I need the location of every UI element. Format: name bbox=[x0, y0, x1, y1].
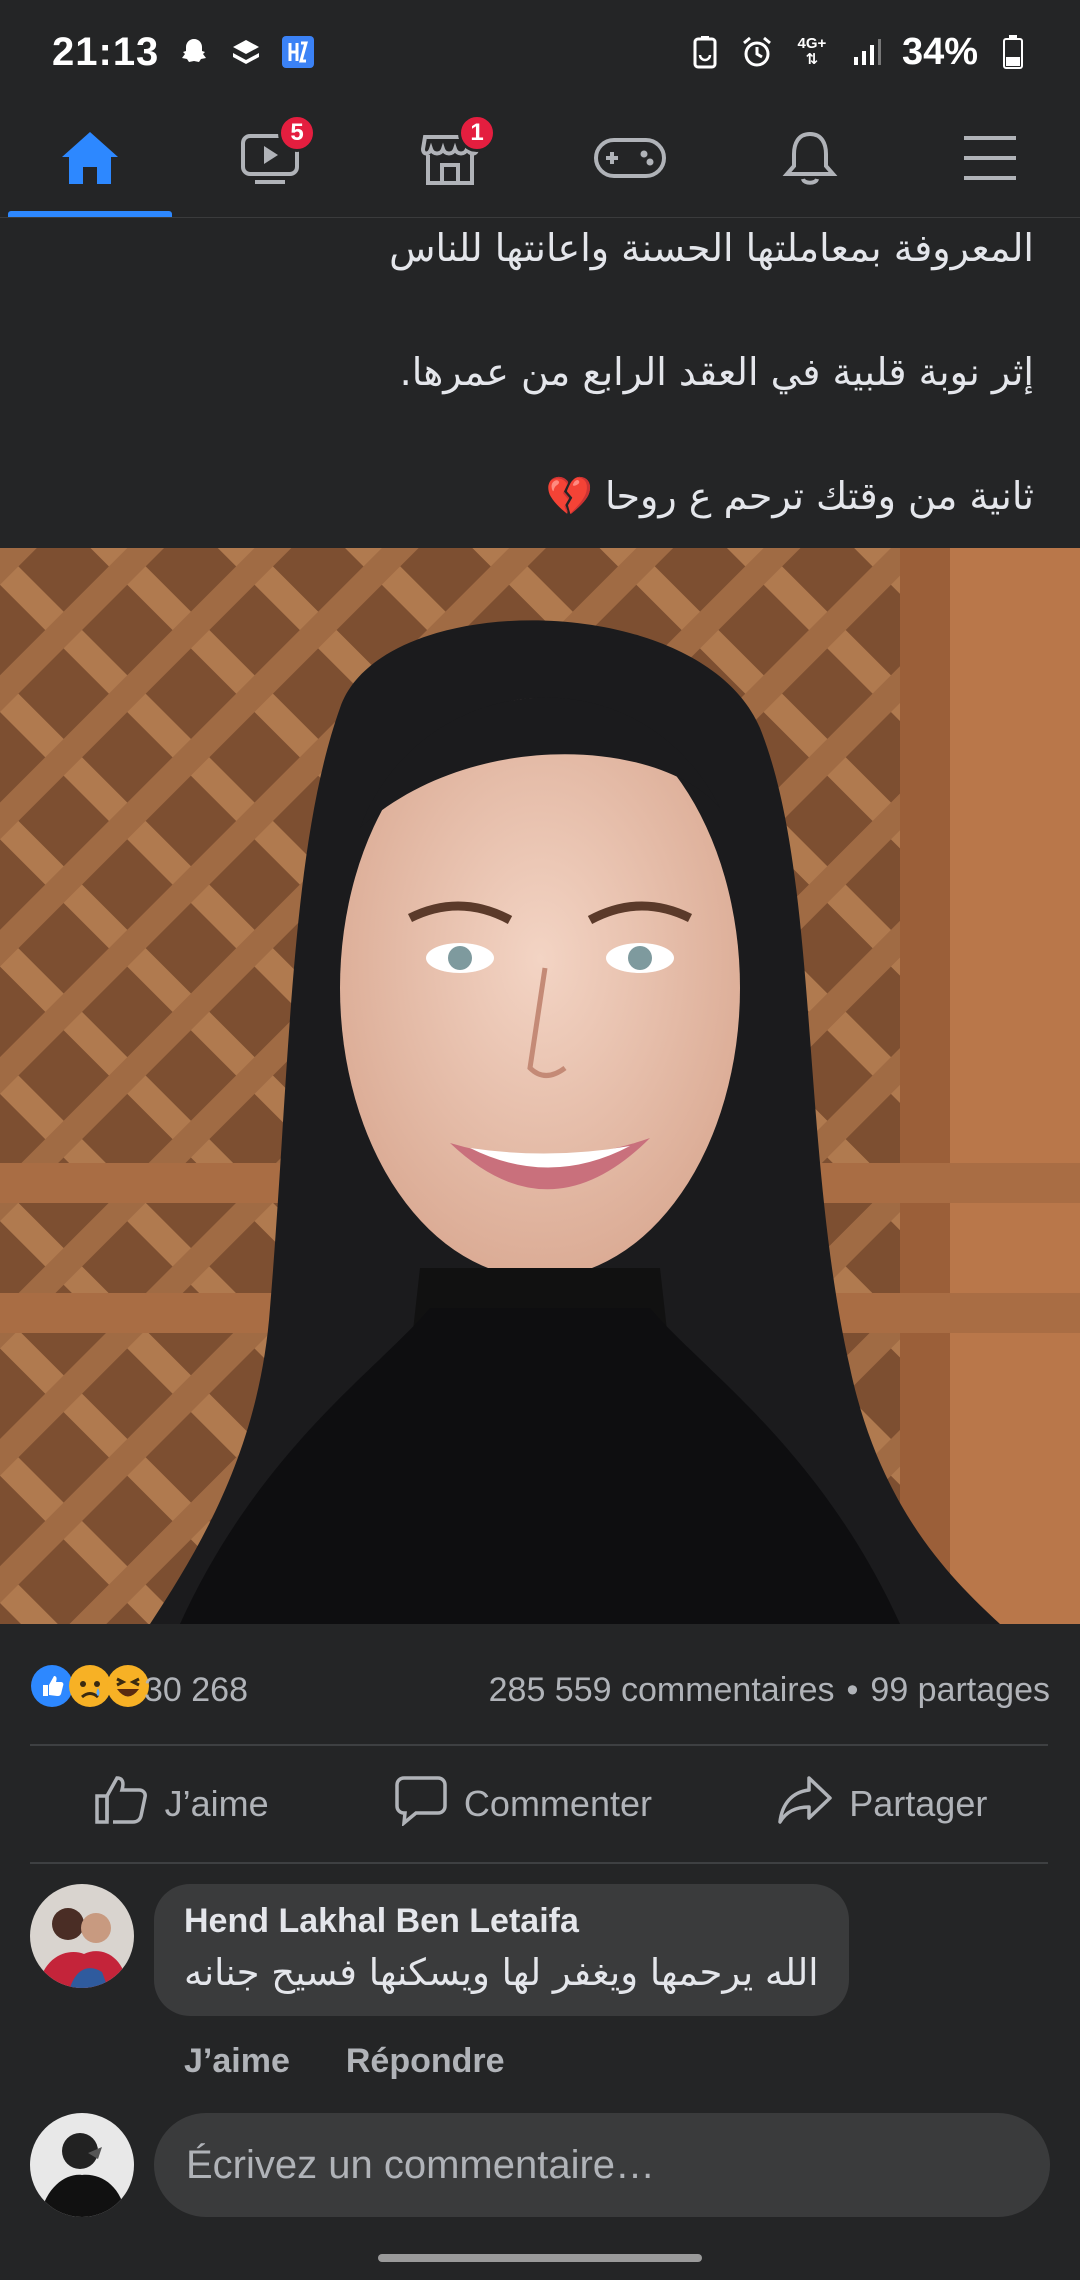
post-line-text: ثانية من وقتك ترحم ع روحا bbox=[604, 474, 1034, 518]
avatar[interactable] bbox=[30, 2113, 134, 2217]
tab-watch[interactable]: 5 bbox=[180, 104, 360, 217]
comment-item: Hend Lakhal Ben Letaifa الله يرحمها ويغف… bbox=[30, 1884, 1050, 2016]
shares-count[interactable]: 99 partages bbox=[870, 1671, 1050, 1710]
4g-icon: 4G+ ⇅ bbox=[792, 35, 832, 69]
comment-button-label: Commenter bbox=[463, 1783, 652, 1824]
reaction-count: 30 268 bbox=[144, 1670, 248, 1709]
layers-icon bbox=[229, 35, 263, 69]
comment-reply-link[interactable]: Répondre bbox=[346, 2042, 505, 2081]
battery-saver-icon bbox=[688, 35, 722, 69]
post-actions: J’aime Commenter Partager bbox=[30, 1748, 1050, 1860]
avatar[interactable] bbox=[30, 1884, 134, 1988]
comment-bubble[interactable]: Hend Lakhal Ben Letaifa الله يرحمها ويغف… bbox=[154, 1884, 849, 2016]
status-left: 21:13 bbox=[52, 30, 315, 75]
broken-heart-emoji: 💔 bbox=[545, 474, 593, 518]
battery-percentage: 34% bbox=[901, 30, 978, 73]
comment-like-link[interactable]: J’aime bbox=[184, 2042, 290, 2081]
watch-badge: 5 bbox=[278, 114, 316, 152]
comment-text: الله يرحمها ويغفر لها ويسكنها فسيح جنانه bbox=[184, 1951, 819, 1994]
post-line: المعروفة بمعاملتها الحسنة واعانتها للناس bbox=[389, 226, 1034, 270]
post-line: إثر نوبة قلبية في العقد الرابع من عمرها. bbox=[399, 350, 1034, 394]
data-arrows-icon: ⇅ bbox=[805, 51, 819, 68]
tab-notifications[interactable] bbox=[720, 104, 900, 217]
bell-icon bbox=[782, 128, 838, 193]
battery-icon bbox=[996, 35, 1030, 69]
reactions-summary[interactable]: 30 268 285 559 commentaires • 99 partage… bbox=[30, 1660, 1050, 1720]
status-time: 21:13 bbox=[52, 29, 160, 74]
like-button[interactable]: J’aime bbox=[93, 1774, 269, 1835]
snapchat-icon bbox=[177, 35, 211, 69]
app-icon bbox=[281, 35, 315, 69]
post-text: المعروفة بمعاملتها الحسنة واعانتها للناس… bbox=[30, 218, 1050, 548]
top-navigation: 5 1 bbox=[0, 104, 1080, 218]
post-line: ثانية من وقتك ترحم ع روحا 💔 bbox=[30, 466, 1050, 526]
status-bar: 21:13 4G+ ⇅ 34% bbox=[0, 0, 1080, 104]
tab-marketplace[interactable]: 1 bbox=[360, 104, 540, 217]
comment-input[interactable]: Écrivez un commentaire… bbox=[154, 2113, 1050, 2217]
reaction-icons[interactable]: 30 268 bbox=[30, 1664, 248, 1717]
menu-icon bbox=[961, 134, 1019, 187]
comment-button[interactable]: Commenter bbox=[394, 1774, 652, 1835]
thumbs-up-icon bbox=[93, 1774, 149, 1835]
gamepad-icon bbox=[592, 134, 668, 187]
tab-home[interactable] bbox=[0, 104, 180, 217]
home-indicator[interactable] bbox=[378, 2254, 702, 2262]
like-button-label: J’aime bbox=[164, 1783, 269, 1824]
comments-count[interactable]: 285 559 commentaires bbox=[489, 1671, 835, 1710]
signal-icon bbox=[850, 35, 884, 69]
stats-separator: • bbox=[846, 1670, 859, 1709]
share-button-label: Partager bbox=[849, 1783, 988, 1824]
home-icon bbox=[59, 129, 121, 192]
comment-author[interactable]: Hend Lakhal Ben Letaifa bbox=[184, 1902, 819, 1941]
share-arrow-icon bbox=[777, 1774, 833, 1835]
tab-gaming[interactable] bbox=[540, 104, 720, 217]
divider bbox=[30, 1744, 1048, 1746]
tab-menu[interactable] bbox=[900, 104, 1080, 217]
marketplace-badge: 1 bbox=[458, 114, 496, 152]
comment-composer: Écrivez un commentaire… bbox=[30, 2110, 1050, 2220]
engagement-stats: 285 559 commentaires • 99 partages bbox=[489, 1671, 1050, 1710]
alarm-icon bbox=[740, 35, 774, 69]
speech-bubble-icon bbox=[394, 1774, 448, 1835]
divider bbox=[30, 1862, 1048, 1864]
network-type: 4G+ bbox=[797, 35, 827, 52]
post-photo[interactable] bbox=[0, 548, 1080, 1624]
status-right: 4G+ ⇅ 34% bbox=[688, 31, 1030, 74]
comment-actions: J’aime Répondre bbox=[184, 2042, 505, 2081]
share-button[interactable]: Partager bbox=[777, 1774, 987, 1835]
